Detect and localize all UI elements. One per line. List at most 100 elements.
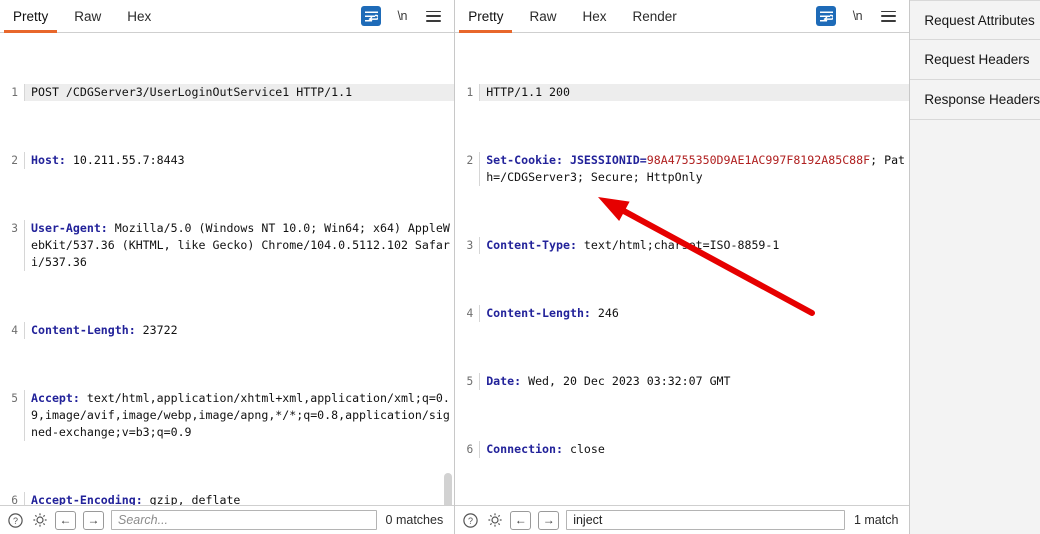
code-line: 1 HTTP/1.1 200 bbox=[455, 84, 910, 101]
request-tabbar: Pretty Raw Hex \n bbox=[0, 0, 455, 33]
header-name: Accept-Encoding: bbox=[31, 493, 143, 505]
tab-response-pretty[interactable]: Pretty bbox=[455, 0, 516, 33]
code-line: 3 Content-Type: text/html;charset=ISO-88… bbox=[455, 237, 909, 254]
tab-request-pretty[interactable]: Pretty bbox=[0, 0, 61, 33]
section-label: Request Attributes bbox=[924, 12, 1035, 28]
code-line: 4 Content-Length: 23722 bbox=[0, 322, 454, 339]
request-settings-button[interactable] bbox=[31, 512, 48, 529]
line-content: POST /CDGServer3/UserLoginOutService1 HT… bbox=[24, 84, 455, 101]
request-search-prev-button[interactable]: ← bbox=[55, 510, 76, 530]
request-scrollbar-thumb[interactable] bbox=[444, 473, 453, 505]
code-line: 5 Date: Wed, 20 Dec 2023 03:32:07 GMT bbox=[455, 373, 909, 390]
response-newline-button[interactable]: \n bbox=[847, 6, 867, 26]
arrow-left-icon: ← bbox=[59, 513, 72, 527]
header-name: Date: bbox=[486, 374, 522, 388]
request-pane: Pretty Raw Hex \n 1 POST /CDGServer3/Use… bbox=[0, 0, 456, 534]
response-search-prev-button[interactable]: ← bbox=[510, 510, 532, 530]
response-pane: Pretty Raw Hex Render \n 1 HTTP/1.1 200 … bbox=[455, 0, 911, 534]
request-help-button[interactable]: ? bbox=[7, 512, 24, 529]
sidebar-section-request-attributes[interactable]: Request Attributes bbox=[910, 0, 1040, 40]
arrow-left-icon: ← bbox=[514, 513, 527, 527]
request-tabs: Pretty Raw Hex bbox=[0, 0, 164, 33]
request-newline-button[interactable]: \n bbox=[392, 6, 412, 26]
section-label: Response Headers bbox=[924, 92, 1040, 107]
help-icon: ? bbox=[8, 512, 23, 528]
response-tabbar-tools: \n bbox=[816, 6, 909, 26]
tab-request-hex[interactable]: Hex bbox=[114, 0, 164, 33]
line-number: 4 bbox=[11, 324, 18, 337]
response-tabs: Pretty Raw Hex Render bbox=[455, 0, 690, 33]
arrow-right-icon: → bbox=[542, 513, 555, 527]
http-message-viewer: Pretty Raw Hex \n 1 POST /CDGServer3/Use… bbox=[0, 0, 1040, 534]
tab-response-hex[interactable]: Hex bbox=[569, 0, 619, 33]
header-name: Content-Type: bbox=[486, 238, 577, 252]
line-content: Date: Wed, 20 Dec 2023 03:32:07 GMT bbox=[479, 373, 909, 390]
tab-label: Raw bbox=[529, 8, 557, 24]
code-line: 2 Host: 10.211.55.7:8443 bbox=[0, 152, 454, 169]
response-word-wrap-button[interactable] bbox=[816, 6, 837, 26]
header-value: 246 bbox=[590, 306, 619, 320]
section-label: Request Headers bbox=[924, 52, 1030, 67]
header-value: Wed, 20 Dec 2023 03:32:07 GMT bbox=[521, 374, 731, 388]
code-line: 1 POST /CDGServer3/UserLoginOutService1 … bbox=[0, 84, 455, 101]
tab-response-render[interactable]: Render bbox=[620, 0, 690, 33]
response-search-bar: ? ← → 1 match bbox=[455, 505, 910, 534]
tab-label: Pretty bbox=[13, 8, 49, 24]
request-menu-button[interactable] bbox=[423, 6, 443, 26]
newline-icon: \n bbox=[852, 9, 863, 23]
header-value: close bbox=[562, 442, 605, 456]
line-number: 6 bbox=[466, 443, 474, 456]
inspector-sidebar: Request Attributes Request Headers Respo… bbox=[910, 0, 1040, 534]
svg-text:?: ? bbox=[13, 516, 18, 526]
tab-response-raw[interactable]: Raw bbox=[516, 0, 569, 33]
response-code-viewer[interactable]: 1 HTTP/1.1 200 2 Set-Cookie: JSESSIONID=… bbox=[455, 33, 910, 505]
request-code-viewer[interactable]: 1 POST /CDGServer3/UserLoginOutService1 … bbox=[0, 33, 455, 505]
request-word-wrap-button[interactable] bbox=[361, 6, 382, 26]
line-number: 2 bbox=[466, 154, 474, 167]
header-name: Content-Length: bbox=[31, 323, 136, 337]
header-value: text/html;charset=ISO-8859-1 bbox=[576, 238, 780, 252]
sidebar-section-response-headers[interactable]: Response Headers bbox=[910, 80, 1040, 120]
sidebar-section-request-headers[interactable]: Request Headers bbox=[910, 40, 1040, 80]
status-line: HTTP/1.1 200 bbox=[486, 85, 570, 99]
request-search-next-button[interactable]: → bbox=[83, 510, 104, 530]
response-help-button[interactable]: ? bbox=[462, 512, 479, 529]
header-name: Accept: bbox=[31, 391, 80, 405]
line-number: 5 bbox=[466, 375, 474, 388]
response-search-next-button[interactable]: → bbox=[538, 510, 560, 530]
newline-icon: \n bbox=[397, 9, 407, 23]
word-wrap-icon bbox=[361, 6, 382, 26]
response-code: 1 HTTP/1.1 200 2 Set-Cookie: JSESSIONID=… bbox=[455, 33, 910, 505]
tab-label: Render bbox=[632, 8, 677, 24]
line-content: Connection: close bbox=[479, 441, 909, 458]
header-value: JSESSIONID= bbox=[562, 153, 647, 167]
tab-label: Hex bbox=[582, 8, 607, 24]
response-tabbar: Pretty Raw Hex Render \n bbox=[455, 0, 910, 33]
request-search-input[interactable] bbox=[111, 510, 377, 530]
line-number: 1 bbox=[0, 84, 24, 101]
tab-request-raw[interactable]: Raw bbox=[61, 0, 114, 33]
header-name: Set-Cookie: bbox=[486, 153, 563, 167]
tab-label: Pretty bbox=[468, 8, 504, 24]
response-settings-button[interactable] bbox=[486, 512, 503, 529]
header-value: gzip, deflate bbox=[142, 493, 241, 505]
line-number: 5 bbox=[11, 392, 18, 405]
request-match-count: 0 matches bbox=[385, 513, 444, 527]
response-search-input[interactable] bbox=[566, 510, 845, 530]
header-name: User-Agent: bbox=[31, 221, 108, 235]
line-content: Host: 10.211.55.7:8443 bbox=[24, 152, 454, 169]
code-line: 6 Connection: close bbox=[455, 441, 909, 458]
code-line: 4 Content-Length: 246 bbox=[455, 305, 909, 322]
code-line: 6 Accept-Encoding: gzip, deflate bbox=[0, 492, 454, 505]
response-menu-button[interactable] bbox=[878, 6, 898, 26]
header-value: 23722 bbox=[135, 323, 178, 337]
line-content: Accept-Encoding: gzip, deflate bbox=[24, 492, 454, 505]
code-line: 5 Accept: text/html,application/xhtml+xm… bbox=[0, 390, 454, 441]
line-content: HTTP/1.1 200 bbox=[479, 84, 910, 101]
svg-text:?: ? bbox=[468, 516, 473, 526]
hamburger-menu-icon bbox=[425, 10, 441, 22]
request-search-bar: ? ← → 0 matches bbox=[0, 505, 455, 534]
help-icon: ? bbox=[463, 512, 478, 528]
code-line: 2 Set-Cookie: JSESSIONID=98A4755350D9AE1… bbox=[455, 152, 909, 186]
request-line: POST /CDGServer3/UserLoginOutService1 HT… bbox=[31, 85, 353, 99]
